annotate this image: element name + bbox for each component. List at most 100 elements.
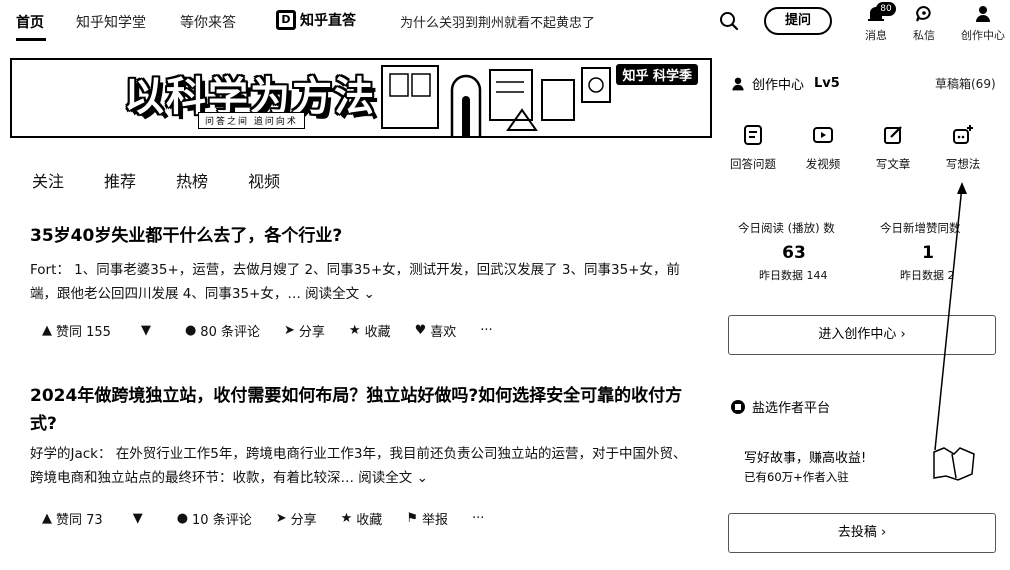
nav-home[interactable]: 首页 <box>16 12 44 32</box>
creator-level: Lv5 <box>814 76 840 91</box>
downvote-button[interactable]: ▼ <box>141 323 151 338</box>
chevron-down-icon: ⌄ <box>416 470 428 486</box>
chevron-down-icon: ⌄ <box>363 286 375 302</box>
idea-plus-icon <box>953 125 973 144</box>
video-icon <box>813 127 833 143</box>
write-article-label: 写文章 <box>875 157 911 171</box>
read-more-link[interactable]: 阅读全文 ⌄ <box>305 286 375 302</box>
share-icon: ➤ <box>275 511 287 526</box>
flag-icon: ⚑ <box>406 511 418 526</box>
upvote-button[interactable]: ▲ 赞同 73 <box>42 509 103 528</box>
upvote-icon: ▲ <box>42 323 52 338</box>
ask-question-button[interactable]: 提问 <box>764 7 832 35</box>
share-label: 分享 <box>298 325 325 340</box>
author-platform-header[interactable]: 盐选作者平台 <box>730 397 830 416</box>
share-label: 分享 <box>290 513 317 528</box>
messages-label: 消息 <box>865 29 887 42</box>
creator-center-header[interactable]: 创作中心 Lv5 <box>730 74 840 93</box>
post-video-label: 发视频 <box>805 157 841 171</box>
feed-item-actions: ▲ 赞同 73 ▼ ● 10 条评论 ➤ 分享 ★ 收藏 ⚑ 举报 ··· <box>42 509 508 528</box>
favorite-button[interactable]: ★ 收藏 <box>349 321 391 340</box>
tab-recommend[interactable]: 推荐 <box>104 168 136 192</box>
private-messages-label: 私信 <box>913 29 935 42</box>
upvote-button[interactable]: ▲ 赞同 155 <box>42 321 111 340</box>
drafts-link[interactable]: 草稿箱(69) <box>935 75 996 92</box>
feed-item: 2024年做跨境独立站，收付需要如何布局？独立站好做吗?如何选择安全可靠的收付方… <box>30 382 690 490</box>
messages-badge: 80 <box>876 2 896 16</box>
upvote-label: 赞同 73 <box>56 513 103 528</box>
write-article-button[interactable]: 写文章 <box>858 124 928 172</box>
feed-item-excerpt[interactable]: Fort： 1、同事老婆35+，运营，去做月嫂了 2、同事35+女，测试开发，回… <box>30 258 690 306</box>
promo-banner[interactable]: 以科学为方法 问答之间 追问向术 知乎 科学季 <box>10 58 712 138</box>
feed-item-actions: ▲ 赞同 155 ▼ ● 80 条评论 ➤ 分享 ★ 收藏 ♥ 喜欢 ··· <box>42 321 517 340</box>
platform-icon <box>731 399 745 414</box>
nav-zhida[interactable]: D 知乎直答 <box>276 10 356 30</box>
comment-button[interactable]: ● 10 条评论 <box>177 509 252 528</box>
nav-active-indicator <box>16 38 46 41</box>
answer-question-label: 回答问题 <box>730 157 776 171</box>
share-button[interactable]: ➤ 分享 <box>284 321 325 340</box>
zhida-logo-icon: D <box>276 10 296 30</box>
banner-subtitle: 问答之间 追问向术 <box>198 112 305 129</box>
read-more-label: 阅读全文 <box>305 286 360 302</box>
upvote-icon: ▲ <box>42 511 52 526</box>
author-platform-title: 盐选作者平台 <box>752 401 831 416</box>
user-icon <box>732 77 744 90</box>
more-options-button[interactable]: ··· <box>480 323 492 338</box>
submit-story-button[interactable]: 去投稿 › <box>728 513 996 553</box>
messages-button[interactable]: 80 消息 <box>860 2 896 43</box>
private-messages-button[interactable]: 私信 <box>908 4 940 43</box>
search-icon[interactable] <box>718 10 740 32</box>
feed-tabs: 关注 推荐 热榜 视频 <box>32 168 280 192</box>
report-label: 举报 <box>421 513 448 528</box>
tab-follow[interactable]: 关注 <box>32 168 64 192</box>
creator-center-title: 创作中心 <box>752 78 805 93</box>
comment-label: 10 条评论 <box>192 513 252 528</box>
report-button[interactable]: ⚑ 举报 <box>406 509 448 528</box>
promo-headline: 写好故事，赚高收益! <box>744 451 867 466</box>
post-video-button[interactable]: 发视频 <box>788 124 858 172</box>
favorite-button[interactable]: ★ 收藏 <box>341 509 383 528</box>
pencil-icon <box>884 126 902 144</box>
creator-center-nav-button[interactable]: 创作中心 <box>956 4 1010 43</box>
favorite-label: 收藏 <box>364 325 391 340</box>
hot-search-suggestion[interactable]: 为什么关羽到荆州就看不起黄忠了 <box>400 12 595 31</box>
upvote-label: 赞同 155 <box>56 325 111 340</box>
top-navigation: 首页 知乎知学堂 等你来答 D 知乎直答 为什么关羽到荆州就看不起黄忠了 提问 … <box>0 0 1010 50</box>
downvote-button[interactable]: ▼ <box>133 511 143 526</box>
annotation-arrow <box>934 182 967 451</box>
nav-xuetang[interactable]: 知乎知学堂 <box>76 12 146 32</box>
nav-waiting-answer[interactable]: 等你来答 <box>180 12 236 32</box>
answer-question-button[interactable]: 回答问题 <box>718 124 788 172</box>
tab-video[interactable]: 视频 <box>248 168 280 192</box>
yesterday-reads: 昨日数据 144 <box>759 269 828 282</box>
nav-zhida-label: 知乎直答 <box>300 13 356 29</box>
more-options-button[interactable]: ··· <box>472 511 484 526</box>
comment-icon: ● <box>176 511 189 526</box>
write-idea-label: 写想法 <box>945 157 981 171</box>
heart-icon: ♥ <box>414 323 427 338</box>
read-more-link[interactable]: 阅读全文 ⌄ <box>358 470 428 486</box>
favorite-label: 收藏 <box>356 513 383 528</box>
read-more-label: 阅读全文 <box>358 470 413 486</box>
promo-subline: 已有60万+作者入驻 <box>744 470 849 484</box>
like-button[interactable]: ♥ 喜欢 <box>415 321 457 340</box>
feed-item-title[interactable]: 35岁40岁失业都干什么去了，各个行业? <box>30 222 690 250</box>
comment-icon: ● <box>184 323 197 338</box>
banner-tag: 知乎 科学季 <box>616 64 698 85</box>
user-icon <box>976 6 990 22</box>
creator-center-nav-label: 创作中心 <box>961 29 1005 42</box>
star-icon: ★ <box>340 511 353 526</box>
today-reads-label: 今日阅读 (播放) 数 <box>738 221 835 235</box>
comment-button[interactable]: ● 80 条评论 <box>185 321 260 340</box>
chat-bubble-icon <box>916 5 931 22</box>
share-button[interactable]: ➤ 分享 <box>276 509 317 528</box>
write-idea-button[interactable]: 写想法 <box>928 124 998 172</box>
share-icon: ➤ <box>283 323 295 338</box>
feed-item: 35岁40岁失业都干什么去了，各个行业? Fort： 1、同事老婆35+，运营，… <box>30 222 690 306</box>
feed-item-excerpt[interactable]: 好学的Jack： 在外贸行业工作5年，跨境电商行业工作3年，我目前还负责公司独立… <box>30 442 690 490</box>
feed-item-title[interactable]: 2024年做跨境独立站，收付需要如何布局？独立站好做吗?如何选择安全可靠的收付方… <box>30 382 690 438</box>
tab-hot[interactable]: 热榜 <box>176 168 208 192</box>
comment-label: 80 条评论 <box>200 325 260 340</box>
star-icon: ★ <box>348 323 361 338</box>
